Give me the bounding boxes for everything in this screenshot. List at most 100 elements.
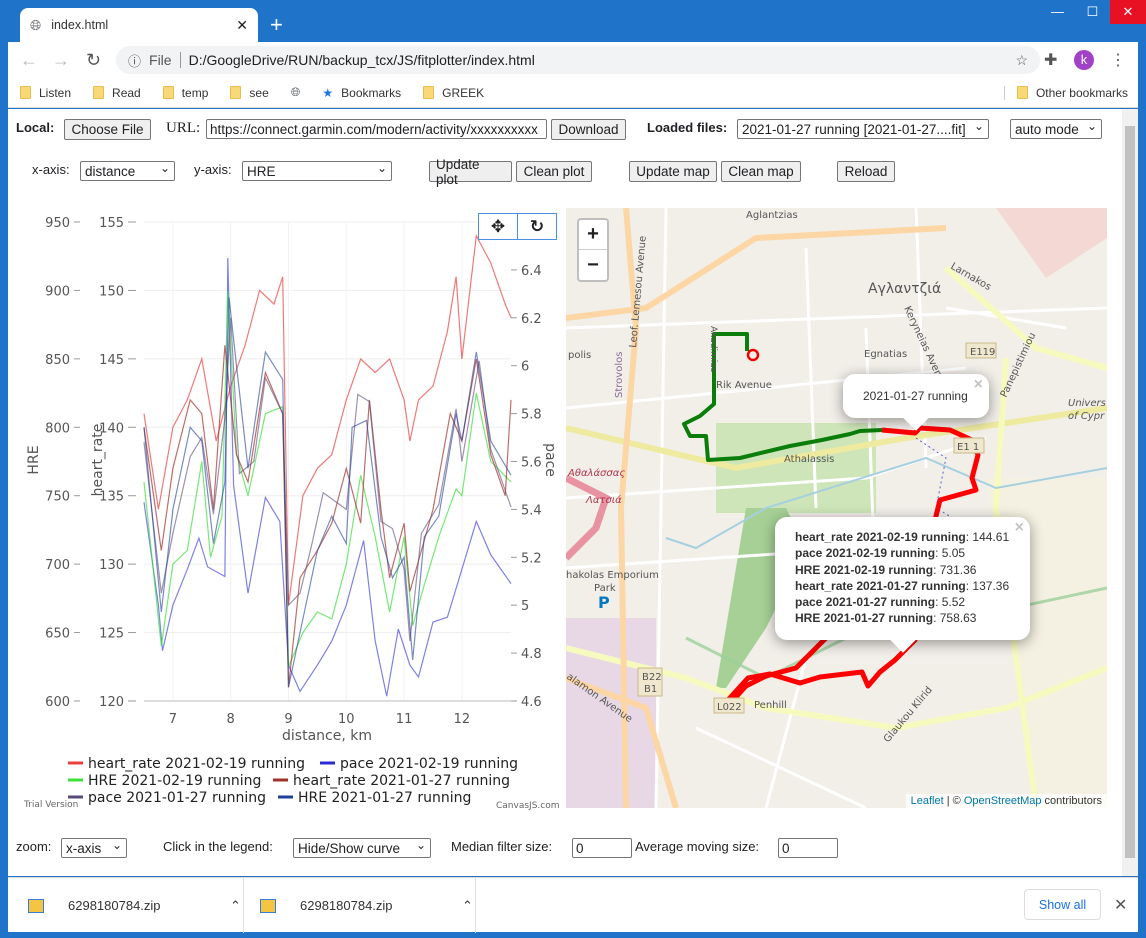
select-value: Hide/Show curve: [298, 840, 401, 856]
new-tab-button[interactable]: +: [270, 12, 283, 38]
bookmark-read[interactable]: Read: [93, 86, 141, 100]
map-label: L022: [717, 702, 742, 713]
url-label: URL:: [166, 120, 201, 136]
legend-click-label: Click in the legend:: [163, 839, 273, 854]
popup-value-row: pace 2021-02-19 running: 5.05: [795, 546, 966, 561]
popup-values: heart_rate 2021-02-19 running: 144.61 pac…: [775, 517, 1030, 627]
reload-button[interactable]: Reload: [837, 161, 895, 182]
avatar[interactable]: k: [1074, 50, 1094, 70]
menu-icon[interactable]: ⋮: [1110, 50, 1126, 70]
reset-button[interactable]: ↻: [517, 213, 557, 240]
popup-value-row: heart_rate 2021-02-19 running: 144.61: [795, 530, 1010, 544]
update-map-button[interactable]: Update map: [629, 161, 717, 182]
legend-entry[interactable]: pace 2021-02-19 running: [340, 756, 518, 772]
pan-button[interactable]: ✥: [478, 213, 518, 240]
start-marker[interactable]: [746, 348, 760, 362]
bookmark-listen[interactable]: Listen: [20, 86, 71, 100]
zoom-out-button[interactable]: −: [579, 250, 607, 280]
popup-value-row: HRE 2021-01-27 running: 758.63: [795, 611, 977, 626]
heart-rate-tick-label: 145: [99, 353, 124, 368]
minimize-button[interactable]: —: [1040, 0, 1075, 24]
browser-toolbar: ← → ↻ ⓘ File D:/GoogleDrive/RUN/backup_t…: [8, 42, 1138, 78]
map[interactable]: Aglantzias Αγλαντζιά Larnakos Leof. Leme…: [566, 208, 1107, 808]
close-popup-icon[interactable]: ×: [1015, 519, 1024, 537]
canvasjs-credit[interactable]: CanvasJS.com: [496, 801, 559, 811]
omnibox[interactable]: ⓘ File D:/GoogleDrive/RUN/backup_tcx/JS/…: [116, 46, 1040, 74]
leaflet-link[interactable]: Leaflet: [911, 795, 944, 807]
attribution-sep: | ©: [943, 795, 964, 807]
bookmarks-bar: Listen Read temp see 🌐︎ ★ Bookmarks GREEK…: [8, 78, 1138, 108]
value-number: 137.36: [972, 578, 1010, 593]
y-axis-select[interactable]: HRE: [242, 161, 392, 181]
info-icon: ⓘ: [128, 53, 142, 69]
x-tick-label: 10: [338, 712, 355, 727]
legend-entry[interactable]: heart_rate 2021-01-27 running: [293, 773, 510, 789]
chevron-up-icon[interactable]: ⌃: [230, 898, 241, 914]
update-plot-button[interactable]: Update plot: [429, 157, 512, 187]
download-button[interactable]: Download: [551, 119, 626, 140]
select-value: HRE: [247, 163, 276, 179]
choose-file-button[interactable]: Choose File: [64, 119, 151, 140]
legend-entry[interactable]: pace 2021-01-27 running: [88, 790, 266, 806]
zoom-select[interactable]: x-axis: [61, 838, 127, 858]
other-bookmarks[interactable]: Other bookmarks: [1003, 85, 1128, 100]
pace-tick-label: 6: [521, 360, 529, 375]
close-downloads-icon[interactable]: ✕: [1114, 895, 1127, 915]
series-line[interactable]: [143, 290, 512, 668]
select-value: auto mode: [1015, 121, 1079, 137]
back-icon[interactable]: ←: [20, 50, 38, 71]
show-all-button[interactable]: Show all: [1024, 889, 1101, 920]
mode-select[interactable]: auto mode: [1010, 119, 1102, 139]
close-popup-icon[interactable]: ×: [974, 376, 983, 394]
osm-link[interactable]: OpenStreetMap: [964, 795, 1042, 807]
globe-icon: 🌐︎: [30, 16, 42, 33]
forward-icon[interactable]: →: [52, 50, 70, 71]
bookmark-temp[interactable]: temp: [162, 86, 208, 100]
bookmark-bookmarks[interactable]: ★ Bookmarks: [322, 86, 401, 100]
map-label: Egnatias: [864, 349, 907, 360]
loaded-files-select[interactable]: 2021-01-27 running [2021-01-27....fit]: [737, 119, 989, 139]
bookmark-label: Bookmarks: [341, 85, 402, 100]
heart-rate-axis-title: heart_rate: [90, 424, 106, 497]
download-item[interactable]: 6298180784.zip ⌃: [260, 878, 476, 933]
hre-tick-label: 750: [45, 490, 70, 505]
heart-rate-tick-label: 155: [99, 216, 124, 231]
legend-entry[interactable]: heart_rate 2021-02-19 running: [88, 756, 305, 772]
legend-entry[interactable]: HRE 2021-01-27 running: [298, 790, 471, 806]
map-label: Λατσιά: [585, 494, 622, 506]
scrollbar-thumb[interactable]: [1125, 126, 1135, 858]
average-moving-input[interactable]: 0: [778, 838, 838, 858]
bookmark-see[interactable]: see: [230, 86, 269, 100]
median-filter-input[interactable]: 0: [572, 838, 632, 858]
x-axis-select[interactable]: distance: [80, 161, 175, 181]
series-line[interactable]: [143, 233, 512, 606]
hre-tick-label: 850: [45, 353, 70, 368]
map-label: polis: [568, 350, 591, 361]
clean-map-button[interactable]: Clean map: [721, 161, 801, 182]
pace-tick-label: 5.2: [521, 551, 542, 566]
hre-tick-label: 700: [45, 558, 70, 573]
maximize-button[interactable]: ☐: [1075, 0, 1110, 24]
bookmark-globe[interactable]: 🌐︎: [291, 85, 301, 100]
close-window-button[interactable]: ✕: [1110, 0, 1146, 24]
url-input[interactable]: https://connect.garmin.com/modern/activi…: [206, 119, 547, 139]
hre-tick-label: 600: [45, 695, 70, 710]
download-filename: 6298180784.zip: [300, 898, 393, 913]
chevron-up-icon[interactable]: ⌃: [462, 898, 473, 914]
reload-icon[interactable]: ↻: [86, 50, 101, 71]
legend-entry[interactable]: HRE 2021-02-19 running: [88, 773, 261, 789]
close-tab-icon[interactable]: ✕: [236, 17, 248, 34]
clean-plot-button[interactable]: Clean plot: [516, 161, 592, 182]
browser-tab[interactable]: 🌐︎ index.html ✕: [20, 8, 258, 42]
zoom-in-button[interactable]: +: [579, 220, 607, 250]
legend-click-select[interactable]: Hide/Show curve: [293, 838, 431, 858]
series-line[interactable]: [143, 297, 512, 688]
hre-tick-label: 950: [45, 216, 70, 231]
loaded-files-label: Loaded files:: [647, 120, 728, 135]
bookmark-greek[interactable]: GREEK: [423, 86, 484, 100]
star-icon[interactable]: ☆: [1015, 52, 1028, 69]
download-item[interactable]: 6298180784.zip ⌃: [28, 878, 244, 933]
pace-tick-label: 6.4: [521, 264, 542, 279]
extensions-icon[interactable]: ✚: [1044, 50, 1057, 70]
series-line[interactable]: [143, 345, 512, 688]
